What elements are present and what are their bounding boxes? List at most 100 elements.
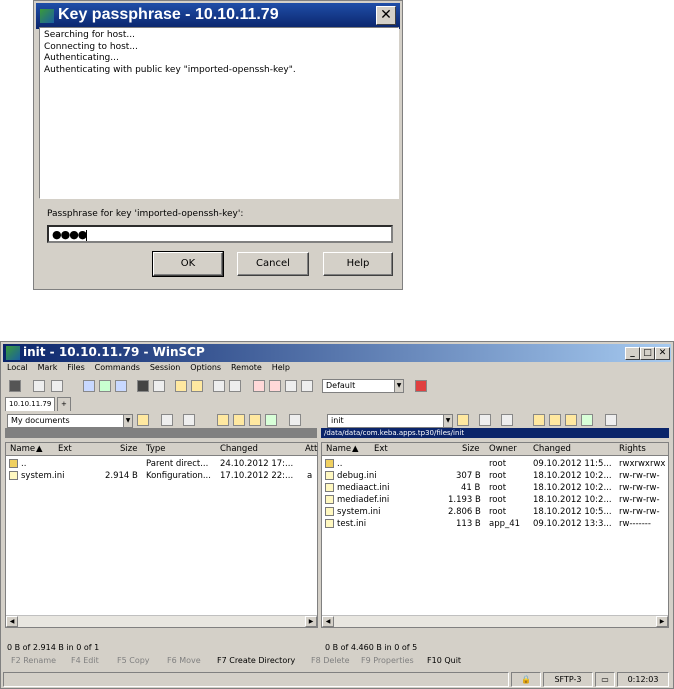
scroll-left-icon[interactable]: ◀ — [6, 616, 18, 627]
filter-icon[interactable] — [253, 380, 265, 392]
refresh-icon[interactable] — [265, 414, 277, 426]
close-icon[interactable]: ✕ — [655, 347, 670, 360]
local-path-select[interactable]: My documents ▼ — [7, 414, 133, 428]
parent-directory-icon[interactable] — [217, 414, 229, 426]
f2-rename-button[interactable]: F2 Rename — [11, 656, 56, 665]
f5-copy-button[interactable]: F5 Copy — [117, 656, 150, 665]
find-files-icon[interactable] — [289, 414, 301, 426]
column-attr[interactable]: Att — [305, 444, 317, 454]
scroll-right-icon[interactable]: ▶ — [656, 616, 668, 627]
new-session-icon[interactable] — [175, 380, 187, 392]
column-size[interactable]: Size — [120, 444, 137, 454]
log-line: Connecting to host... — [44, 41, 138, 52]
column-rights[interactable]: Rights — [619, 444, 646, 454]
putty-icon[interactable] — [153, 380, 165, 392]
list-item[interactable]: system.ini 2.914 B Konfiguration... 17.1… — [6, 470, 317, 482]
column-changed[interactable]: Changed — [533, 444, 571, 454]
scroll-left-icon[interactable]: ◀ — [322, 616, 334, 627]
select-all-icon[interactable] — [213, 380, 225, 392]
remote-file-panel[interactable]: Name ▲ Ext Size Owner Changed Rights .. … — [321, 442, 669, 628]
cancel-button[interactable]: Cancel — [237, 252, 309, 276]
horizontal-scrollbar[interactable]: ◀ ▶ — [6, 615, 317, 627]
column-name[interactable]: Name — [10, 444, 35, 454]
column-size[interactable]: Size — [462, 444, 479, 454]
toolbar: Default ▼ — [5, 378, 665, 396]
ini-file-icon — [325, 519, 334, 528]
list-item[interactable]: test.ini 113 B app_41 09.10.2012 13:3...… — [322, 518, 668, 530]
sort-ascending-icon: ▲ — [36, 444, 43, 454]
dialog-titlebar[interactable]: Key passphrase - 10.10.11.79 ✕ — [36, 3, 400, 29]
f7-create-directory-button[interactable]: F7 Create Directory — [217, 656, 295, 665]
root-directory-icon[interactable] — [233, 414, 245, 426]
f9-properties-button[interactable]: F9 Properties — [361, 656, 414, 665]
f4-edit-button[interactable]: F4 Edit — [71, 656, 99, 665]
column-name[interactable]: Name — [326, 444, 351, 454]
menu-commands[interactable]: Commands — [95, 363, 140, 372]
root-directory-icon[interactable] — [549, 414, 561, 426]
list-item[interactable]: mediadef.ini 1.193 B root 18.10.2012 10:… — [322, 494, 668, 506]
minimize-icon[interactable]: _ — [625, 347, 640, 360]
refresh-icon[interactable] — [115, 380, 127, 392]
open-folder-icon[interactable] — [137, 414, 149, 426]
horizontal-scrollbar[interactable]: ◀ ▶ — [322, 615, 668, 627]
menu-remote[interactable]: Remote — [231, 363, 262, 372]
refresh-icon[interactable] — [581, 414, 593, 426]
menu-options[interactable]: Options — [190, 363, 221, 372]
parent-directory-icon[interactable] — [533, 414, 545, 426]
scroll-right-icon[interactable]: ▶ — [305, 616, 317, 627]
passphrase-input[interactable]: ●●●● — [47, 225, 393, 243]
remote-path-select[interactable]: init ▼ — [327, 414, 453, 428]
column-ext[interactable]: Ext — [374, 444, 388, 454]
list-item[interactable]: debug.ini 307 B root 18.10.2012 10:2... … — [322, 470, 668, 482]
menu-help[interactable]: Help — [272, 363, 290, 372]
window-titlebar[interactable]: init - 10.10.11.79 - WinSCP _ □ ✕ — [3, 344, 671, 362]
queue-icon[interactable] — [33, 380, 45, 392]
menu-session[interactable]: Session — [150, 363, 181, 372]
transfer-preset-icon[interactable] — [415, 380, 427, 392]
preferences-icon[interactable] — [9, 380, 21, 392]
protocol-label: SFTP-3 — [543, 672, 593, 687]
forward-icon[interactable] — [501, 414, 513, 426]
column-ext[interactable]: Ext — [58, 444, 72, 454]
console-icon[interactable] — [137, 380, 149, 392]
local-file-panel[interactable]: Name ▲ Ext Size Type Changed Att .. Pare… — [5, 442, 318, 628]
synchronize-browsing-icon[interactable] — [51, 380, 63, 392]
filter-invert-icon[interactable] — [301, 380, 313, 392]
transfer-settings-select[interactable]: Default ▼ — [322, 379, 404, 393]
f10-quit-button[interactable]: F10 Quit — [427, 656, 461, 665]
help-button[interactable]: Help — [323, 252, 393, 276]
forward-icon[interactable] — [183, 414, 195, 426]
filter-remove-icon[interactable] — [269, 380, 281, 392]
sessions-icon[interactable] — [191, 380, 203, 392]
column-owner[interactable]: Owner — [489, 444, 517, 454]
list-item[interactable]: system.ini 2.806 B root 18.10.2012 10:5.… — [322, 506, 668, 518]
menu-mark[interactable]: Mark — [38, 363, 58, 372]
local-path-bar — [5, 428, 317, 438]
winscp-window: init - 10.10.11.79 - WinSCP _ □ ✕ Local … — [0, 341, 674, 689]
tab-new-session[interactable]: + — [57, 397, 71, 411]
synchronize-icon[interactable] — [99, 380, 111, 392]
open-folder-icon[interactable] — [457, 414, 469, 426]
compare-directories-icon[interactable] — [83, 380, 95, 392]
home-directory-icon[interactable] — [249, 414, 261, 426]
f8-delete-button[interactable]: F8 Delete — [311, 656, 350, 665]
list-item[interactable]: .. root 09.10.2012 11:5... rwxrwxrwx — [322, 458, 668, 470]
back-icon[interactable] — [479, 414, 491, 426]
column-changed[interactable]: Changed — [220, 444, 258, 454]
list-item[interactable]: .. Parent direct... 24.10.2012 17:... — [6, 458, 317, 470]
back-icon[interactable] — [161, 414, 173, 426]
unselect-icon[interactable] — [229, 380, 241, 392]
ok-button[interactable]: OK — [152, 251, 224, 277]
home-directory-icon[interactable] — [565, 414, 577, 426]
tab-session[interactable]: 10.10.11.79 — [5, 397, 56, 411]
close-icon[interactable]: ✕ — [376, 6, 396, 25]
list-item[interactable]: mediaact.ini 41 B root 18.10.2012 10:2..… — [322, 482, 668, 494]
filter-add-icon[interactable] — [285, 380, 297, 392]
connection-log: Searching for host... Connecting to host… — [39, 27, 399, 199]
f6-move-button[interactable]: F6 Move — [167, 656, 201, 665]
column-type[interactable]: Type — [146, 444, 166, 454]
find-files-icon[interactable] — [605, 414, 617, 426]
menu-files[interactable]: Files — [67, 363, 85, 372]
menu-local[interactable]: Local — [7, 363, 28, 372]
maximize-icon[interactable]: □ — [640, 347, 655, 360]
